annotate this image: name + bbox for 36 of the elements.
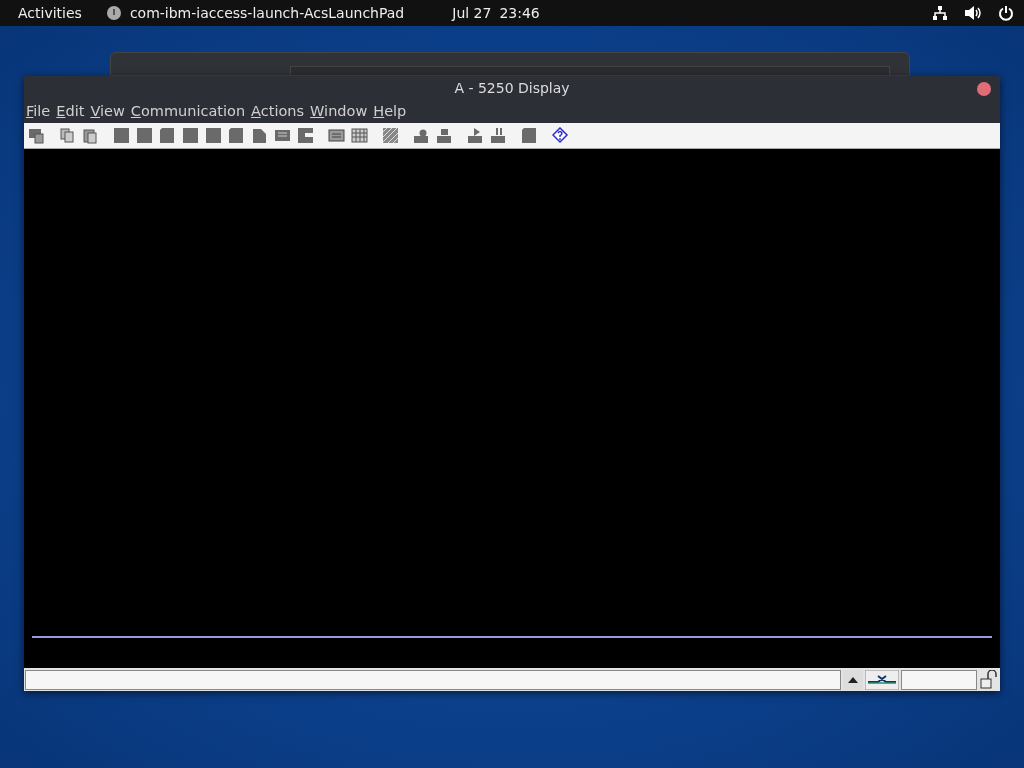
close-button[interactable] bbox=[977, 82, 991, 96]
network-icon[interactable] bbox=[932, 5, 948, 21]
menu-item[interactable]: Window bbox=[310, 101, 368, 123]
scroll-up-button[interactable] bbox=[843, 669, 863, 690]
menu-item[interactable]: Edit bbox=[56, 101, 85, 123]
grid-icon[interactable] bbox=[351, 127, 368, 144]
display-icon[interactable] bbox=[28, 127, 45, 144]
activities-button[interactable]: Activities bbox=[18, 2, 82, 24]
power-icon[interactable] bbox=[998, 5, 1014, 21]
menu-item[interactable]: Actions bbox=[251, 101, 305, 123]
page-icon[interactable] bbox=[521, 127, 538, 144]
copy-icon[interactable] bbox=[59, 127, 76, 144]
app-menu[interactable]: com-ibm-iaccess-launch-AcsLaunchPad bbox=[129, 2, 405, 24]
page-icon[interactable] bbox=[159, 127, 176, 144]
square-icon[interactable] bbox=[136, 127, 153, 144]
play-icon[interactable] bbox=[467, 127, 484, 144]
menu-item[interactable]: View bbox=[90, 101, 125, 123]
square-icon[interactable] bbox=[182, 127, 199, 144]
menu-item[interactable]: Communication bbox=[130, 101, 246, 123]
page-icon[interactable] bbox=[228, 127, 245, 144]
app-icon bbox=[105, 5, 122, 21]
menu-item[interactable]: Help bbox=[373, 101, 407, 123]
paste-icon[interactable] bbox=[82, 127, 99, 144]
pattern-icon[interactable] bbox=[382, 127, 399, 144]
clock-time[interactable]: 23:46 bbox=[499, 2, 540, 24]
clock-date[interactable]: Jul 27 bbox=[452, 2, 492, 24]
square-icon[interactable] bbox=[113, 127, 130, 144]
menu-item[interactable]: File bbox=[26, 101, 51, 123]
square-icon[interactable] bbox=[205, 127, 222, 144]
volume-icon[interactable] bbox=[964, 5, 982, 21]
stop-icon[interactable] bbox=[436, 127, 453, 144]
record-icon[interactable] bbox=[413, 127, 430, 144]
help-icon[interactable] bbox=[552, 127, 569, 144]
keyboard-icon[interactable] bbox=[328, 127, 345, 144]
pause-icon[interactable] bbox=[490, 127, 507, 144]
window-title: A - 5250 Display bbox=[454, 79, 570, 98]
